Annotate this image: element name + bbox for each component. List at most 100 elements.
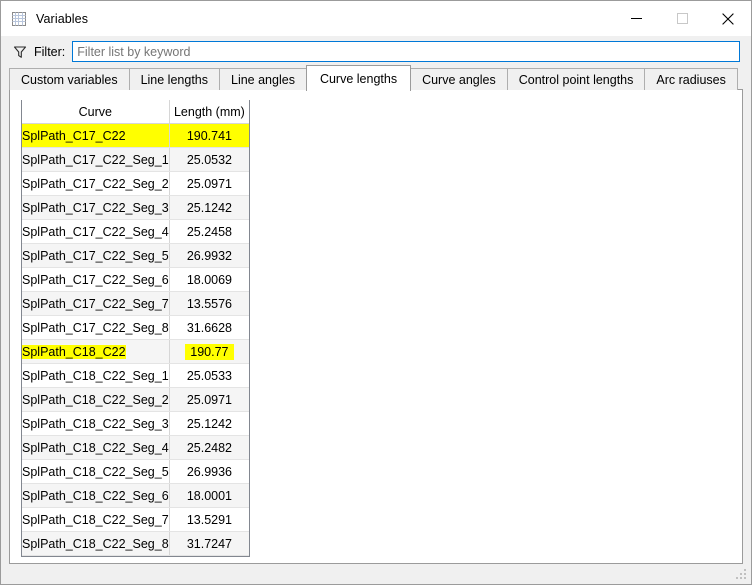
- table-row[interactable]: SplPath_C17_C22_Seg_3 25.1242: [22, 195, 250, 220]
- cell-curve-length: 25.1242: [169, 411, 250, 436]
- table-row[interactable]: SplPath_C18_C22_Seg_2 25.0971: [22, 387, 250, 412]
- tab-label: Curve angles: [422, 72, 496, 87]
- tab-custom-variables[interactable]: Custom variables: [9, 68, 130, 90]
- curve-name-text: SplPath_C17_C22_Seg_2: [22, 176, 169, 191]
- column-header-curve[interactable]: Curve: [22, 100, 170, 124]
- table-grid-icon: [11, 11, 27, 27]
- curve-name-text: SplPath_C18_C22_Seg_8: [22, 536, 169, 551]
- table-row[interactable]: SplPath_C17_C22_Seg_1 25.0532: [22, 147, 250, 172]
- cell-curve-name: SplPath_C18_C22_Seg_1: [22, 363, 170, 388]
- tab-line-lengths[interactable]: Line lengths: [128, 68, 220, 90]
- table-row[interactable]: SplPath_C18_C22_Seg_1 25.0533: [22, 363, 250, 388]
- minimize-button[interactable]: [613, 1, 659, 36]
- cell-curve-name: SplPath_C17_C22_Seg_2: [22, 171, 170, 196]
- table-row[interactable]: SplPath_C18_C22_Seg_4 25.2482: [22, 435, 250, 460]
- tab-bar: Custom variables Line lengths Line angle…: [9, 65, 743, 91]
- column-header-length[interactable]: Length (mm): [169, 100, 250, 124]
- table-row[interactable]: SplPath_C17_C22_Seg_2 25.0971: [22, 171, 250, 196]
- cell-curve-name: SplPath_C18_C22_Seg_2: [22, 387, 170, 412]
- tab-control-point-lengths[interactable]: Control point lengths: [506, 68, 646, 90]
- resize-grip[interactable]: [735, 568, 748, 581]
- cell-curve-length: 25.1242: [169, 195, 250, 220]
- curve-length-text: 18.0001: [186, 488, 232, 503]
- curve-length-text: 13.5291: [186, 512, 232, 527]
- cell-curve-length: 31.7247: [169, 531, 250, 556]
- cell-curve-length: 31.6628: [169, 315, 250, 340]
- cell-curve-name: SplPath_C18_C22_Seg_5: [22, 459, 170, 484]
- tab-label: Control point lengths: [518, 72, 634, 87]
- curve-length-text: 25.2482: [186, 440, 232, 455]
- cell-curve-name: SplPath_C17_C22: [22, 123, 170, 148]
- cell-curve-length: 25.0532: [169, 147, 250, 172]
- curve-name-text: SplPath_C18_C22_Seg_7: [22, 512, 169, 527]
- cell-curve-length: 25.2482: [169, 435, 250, 460]
- curve-name-text: SplPath_C17_C22_Seg_7: [22, 296, 169, 311]
- tab-content-panel: Curve Length (mm) SplPath_C17_C22 190.741…: [9, 89, 743, 564]
- curve-name-text: SplPath_C17_C22_Seg_5: [22, 248, 169, 263]
- curve-lengths-table-container: Curve Length (mm) SplPath_C17_C22 190.741…: [21, 100, 251, 557]
- table-row[interactable]: SplPath_C18_C22 190.77: [22, 339, 250, 364]
- tab-label: Arc radiuses: [656, 72, 726, 87]
- tab-line-angles[interactable]: Line angles: [219, 68, 307, 90]
- cell-curve-name: SplPath_C17_C22_Seg_6: [22, 267, 170, 292]
- curve-length-text: 25.0971: [186, 176, 232, 191]
- title-bar: Variables: [1, 1, 751, 36]
- cell-curve-name: SplPath_C18_C22_Seg_7: [22, 507, 170, 532]
- maximize-button[interactable]: [659, 1, 705, 36]
- curve-lengths-table: Curve Length (mm) SplPath_C17_C22 190.741…: [22, 100, 250, 556]
- tab-curve-lengths[interactable]: Curve lengths: [305, 65, 412, 91]
- filter-input[interactable]: [72, 41, 740, 62]
- curve-name-text: SplPath_C17_C22_Seg_4: [22, 224, 169, 239]
- variables-window: Variables Filter: Filter list by keyword…: [0, 0, 752, 585]
- cell-curve-name: SplPath_C17_C22_Seg_5: [22, 243, 170, 268]
- table-row[interactable]: SplPath_C17_C22_Seg_4 25.2458: [22, 219, 250, 244]
- table-row[interactable]: SplPath_C17_C22_Seg_7 13.5576: [22, 291, 250, 316]
- curve-name-text: SplPath_C18_C22_Seg_1: [22, 368, 169, 383]
- tab-label: Line lengths: [140, 72, 208, 87]
- cell-curve-length: 18.0001: [169, 483, 250, 508]
- cell-curve-length: 25.0971: [169, 387, 250, 412]
- curve-length-text: 26.9936: [186, 464, 232, 479]
- curve-length-text: 31.7247: [186, 536, 232, 551]
- table-row[interactable]: SplPath_C18_C22_Seg_7 13.5291: [22, 507, 250, 532]
- curve-length-text: 13.5576: [186, 296, 232, 311]
- table-row[interactable]: SplPath_C18_C22_Seg_3 25.1242: [22, 411, 250, 436]
- cell-curve-length: 25.0533: [169, 363, 250, 388]
- cell-curve-length: 18.0069: [169, 267, 250, 292]
- curve-name-text: SplPath_C18_C22_Seg_2: [22, 392, 169, 407]
- tab-arc-radiuses[interactable]: Arc radiuses: [644, 68, 738, 90]
- curve-length-text: 25.0971: [186, 392, 232, 407]
- window-controls: [613, 1, 751, 36]
- cell-curve-name: SplPath_C17_C22_Seg_1: [22, 147, 170, 172]
- cell-curve-name: SplPath_C18_C22_Seg_8: [22, 531, 170, 556]
- table-row[interactable]: SplPath_C18_C22_Seg_5 26.9936: [22, 459, 250, 484]
- cell-curve-name: SplPath_C18_C22_Seg_3: [22, 411, 170, 436]
- window-title: Variables: [36, 11, 89, 26]
- cell-curve-length: 13.5291: [169, 507, 250, 532]
- curve-name-text: SplPath_C18_C22_Seg_5: [22, 464, 169, 479]
- cell-curve-length: 26.9932: [169, 243, 250, 268]
- table-row[interactable]: SplPath_C17_C22_Seg_6 18.0069: [22, 267, 250, 292]
- tab-label: Line angles: [231, 72, 295, 87]
- cell-curve-length: 190.741: [169, 123, 250, 148]
- table-row[interactable]: SplPath_C18_C22_Seg_8 31.7247: [22, 531, 250, 556]
- tab-curve-angles[interactable]: Curve angles: [410, 68, 508, 90]
- cell-curve-name: SplPath_C18_C22: [22, 339, 170, 364]
- close-button[interactable]: [705, 1, 751, 36]
- table-row[interactable]: SplPath_C17_C22_Seg_8 31.6628: [22, 315, 250, 340]
- curve-name-text: SplPath_C17_C22: [22, 128, 126, 143]
- cell-curve-length: 190.77: [169, 339, 250, 364]
- table-row[interactable]: SplPath_C17_C22 190.741: [22, 123, 250, 148]
- curve-name-text: SplPath_C17_C22_Seg_1: [22, 152, 169, 167]
- curve-length-text: 25.0533: [186, 368, 232, 383]
- table-row[interactable]: SplPath_C17_C22_Seg_5 26.9932: [22, 243, 250, 268]
- cell-curve-length: 26.9936: [169, 459, 250, 484]
- cell-curve-name: SplPath_C18_C22_Seg_6: [22, 483, 170, 508]
- curve-length-text: 25.1242: [186, 200, 232, 215]
- cell-curve-length: 13.5576: [169, 291, 250, 316]
- curve-name-text: SplPath_C17_C22_Seg_6: [22, 272, 169, 287]
- cell-curve-name: SplPath_C17_C22_Seg_7: [22, 291, 170, 316]
- curve-length-text: 18.0069: [186, 272, 232, 287]
- table-body: SplPath_C17_C22 190.741 SplPath_C17_C22_Se…: [22, 123, 250, 556]
- table-row[interactable]: SplPath_C18_C22_Seg_6 18.0001: [22, 483, 250, 508]
